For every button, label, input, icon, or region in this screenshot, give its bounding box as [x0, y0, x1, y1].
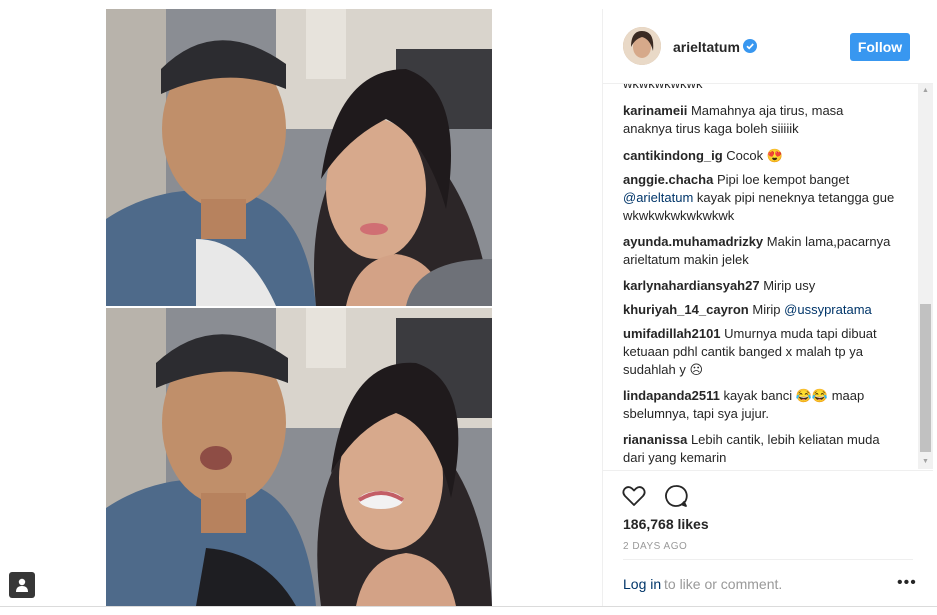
comments-scrollbar[interactable]: ▲ ▼ — [918, 84, 933, 469]
post-timestamp[interactable]: 2 DAYS AGO — [623, 541, 687, 552]
truncated-comment: wkwkwkwkwk — [623, 84, 702, 91]
heart-icon[interactable] — [621, 483, 647, 509]
follow-button[interactable]: Follow — [850, 33, 910, 61]
comment-mention[interactable]: @ussypratama — [784, 302, 872, 317]
post-photo[interactable] — [106, 9, 492, 606]
user-tag-icon[interactable] — [9, 572, 35, 598]
username[interactable]: arieltatum — [673, 39, 740, 55]
comment-username[interactable]: karlynahardiansyah27 — [623, 278, 760, 293]
photo-frame-top — [106, 9, 492, 306]
comment-text: Pipi loe kempot banget — [716, 172, 850, 187]
comment-username[interactable]: karinameii — [623, 103, 687, 118]
scroll-up-arrow-icon[interactable]: ▲ — [918, 84, 933, 98]
page-bottom-border — [0, 606, 937, 607]
post-actions: 186,768 likes 2 DAYS AGO Log in to like … — [603, 470, 933, 607]
likes-count[interactable]: 186,768 likes — [623, 516, 709, 532]
comment-item: karlynahardiansyah27 Mirip usy — [623, 277, 895, 295]
comment-username[interactable]: anggie.chacha — [623, 172, 713, 187]
login-prompt-text: to like or comment. — [664, 576, 783, 592]
comment-username[interactable]: umifadillah2101 — [623, 326, 721, 341]
comment-username[interactable]: cantikindong_ig — [623, 148, 723, 163]
scroll-thumb[interactable] — [920, 304, 931, 452]
avatar[interactable] — [623, 27, 661, 65]
photo-frame-bottom — [106, 308, 492, 606]
comment-item: cantikindong_ig Cocok 😍 — [623, 147, 895, 165]
more-options-icon[interactable]: ••• — [897, 574, 917, 592]
comment-item: lindapanda2511 kayak banci 😂😂 maap sbelu… — [623, 387, 895, 423]
comment-text: Cocok 😍 — [726, 148, 783, 163]
comment-item: khuriyah_14_cayron Mirip @ussypratama — [623, 301, 895, 319]
comment-text: Mirip — [752, 302, 785, 317]
login-bar: Log in to like or comment. ••• — [623, 559, 916, 608]
comment-item: umifadillah2101 Umurnya muda tapi dibuat… — [623, 325, 895, 379]
post-header: arieltatum Follow — [603, 9, 933, 84]
comment-username[interactable]: ayunda.muhamadrizky — [623, 234, 763, 249]
comment-username[interactable]: khuriyah_14_cayron — [623, 302, 749, 317]
scroll-down-arrow-icon[interactable]: ▼ — [918, 455, 933, 469]
comment-item: ayunda.muhamadrizky Makin lama,pacarnya … — [623, 233, 895, 269]
post-sidebar: arieltatum Follow wkwkwkwkwk karinameii … — [602, 9, 933, 606]
comment-username[interactable]: lindapanda2511 — [623, 388, 720, 403]
comment-username[interactable]: riananissa — [623, 432, 687, 447]
comments-list[interactable]: wkwkwkwkwk karinameii Mamahnya aja tirus… — [603, 84, 933, 469]
comment-text: Mirip usy — [763, 278, 816, 293]
comment-item: anggie.chacha Pipi loe kempot banget @ar… — [623, 171, 895, 225]
verified-badge-icon — [743, 39, 757, 53]
comment-bubble-icon[interactable] — [663, 483, 689, 509]
comment-item: riananissa Lebih cantik, lebih keliatan … — [623, 431, 895, 467]
comment-mention[interactable]: @arieltatum — [623, 190, 693, 205]
comment-item: karinameii Mamahnya aja tirus, masa anak… — [623, 102, 895, 138]
login-link[interactable]: Log in — [623, 576, 661, 592]
